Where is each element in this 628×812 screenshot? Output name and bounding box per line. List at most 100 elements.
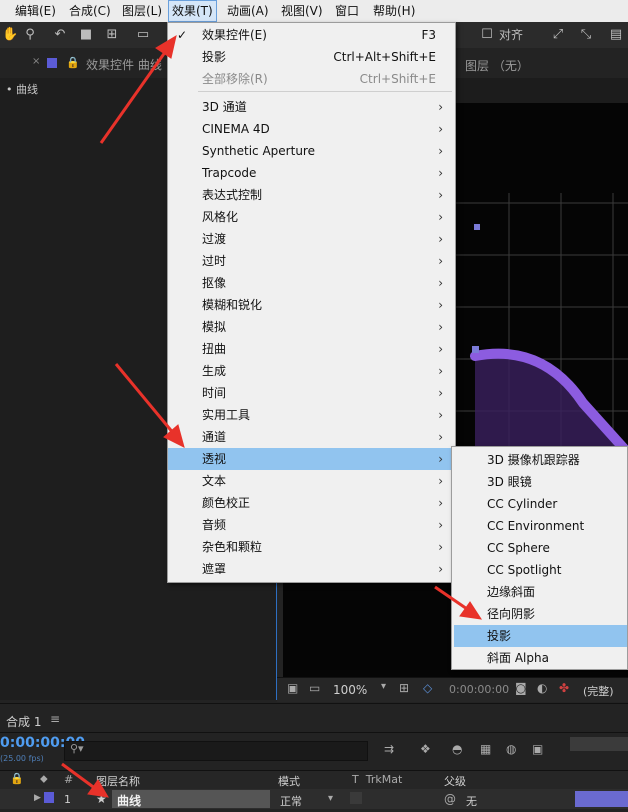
expand-icon[interactable]: ⤢ [550, 26, 566, 44]
effect-menu-item[interactable]: 通道 › [168, 426, 455, 448]
hand-tool-icon[interactable]: ✋ [2, 26, 18, 44]
effect-menu-item[interactable]: 生成 › [168, 360, 455, 382]
snap-icon[interactable]: ⤡ [578, 26, 594, 44]
rectangle-tool-icon[interactable]: ▭ [134, 26, 152, 44]
frame-blend-icon[interactable]: ▦ [480, 742, 491, 756]
effect-menu-item[interactable]: 投影 Ctrl+Alt+Shift+E [168, 46, 455, 68]
menu-window[interactable]: 窗口 [332, 0, 362, 22]
effect-menu-item[interactable]: 音频 › [168, 514, 455, 536]
timeline-comp-tab[interactable]: 合成 1 [6, 713, 41, 730]
effect-menu-item[interactable]: 过时 › [168, 250, 455, 272]
zoom-level[interactable]: 100% [333, 683, 367, 697]
comp-flowchart-icon[interactable]: ⇉ [384, 742, 394, 756]
parent-column[interactable]: 父级 [444, 773, 466, 789]
panel-menu-icon[interactable]: ≡ [50, 712, 60, 726]
effect-menu-item[interactable]: CINEMA 4D › [168, 118, 455, 140]
workspace-icon[interactable]: ▤ [608, 26, 624, 44]
effect-menu-item[interactable]: 杂色和颗粒 › [168, 536, 455, 558]
menu-layer[interactable]: 图层(L) [119, 0, 165, 22]
layer-viewer-tab[interactable]: 图层 （无） [465, 57, 529, 74]
perspective-submenu-item[interactable]: 3D 摄像机跟踪器 [454, 449, 627, 471]
menu-animation[interactable]: 动画(A) [224, 0, 272, 22]
trkmat-cell[interactable] [350, 792, 362, 804]
layer-row[interactable] [0, 789, 628, 809]
effect-menu-item[interactable]: 全部移除(R) Ctrl+Shift+E [168, 68, 455, 90]
perspective-submenu-item[interactable]: CC Spotlight [454, 559, 627, 581]
draft-3d-icon[interactable]: ❖ [420, 742, 431, 756]
perspective-submenu-item[interactable]: 径向阴影 [454, 603, 627, 625]
anchor-handle-top[interactable] [474, 224, 480, 230]
camera-icon[interactable]: ◙ [515, 681, 527, 695]
perspective-submenu-item[interactable]: CC Environment [454, 515, 627, 537]
effect-menu-item[interactable]: 3D 通道 › [168, 96, 455, 118]
effect-controls-tab[interactable]: 效果控件 曲线 [86, 56, 162, 73]
effect-menu-item[interactable]: 表达式控制 › [168, 184, 455, 206]
effect-menu-item[interactable]: 文本 › [168, 470, 455, 492]
resolution-dropdown[interactable]: (完整) [583, 683, 614, 699]
menu-edit[interactable]: 编辑(E) [12, 0, 59, 22]
pan-behind-tool-icon[interactable]: ⊞ [104, 26, 120, 44]
show-channel-icon[interactable]: ◐ [537, 681, 547, 695]
effect-menu-item-label: 音频 [202, 518, 227, 532]
pickwhip-icon[interactable]: @ [444, 792, 456, 806]
trkmat-column[interactable]: T TrkMat [352, 773, 402, 786]
lock-column-icon[interactable]: 🔒 [10, 772, 24, 785]
snapshot-icon[interactable]: ▣ [287, 681, 298, 695]
timeline-search-input[interactable] [64, 741, 368, 761]
menu-composition[interactable]: 合成(C) [66, 0, 114, 22]
layer-label-swatch[interactable] [44, 792, 54, 803]
mode-chevron-down-icon[interactable]: ▾ [328, 793, 333, 804]
menu-effect[interactable]: 效果(T) [168, 0, 217, 22]
label-column-icon[interactable]: ⬥ [40, 772, 48, 786]
lock-icon[interactable]: 🔒 [66, 56, 80, 69]
perspective-submenu-item-label: 径向阴影 [487, 607, 536, 621]
close-tab-icon[interactable]: × [32, 56, 40, 67]
menu-view[interactable]: 视图(V) [278, 0, 326, 22]
perspective-submenu-item[interactable]: 投影 [454, 625, 627, 647]
zoom-tool-icon[interactable]: ⚲ [22, 26, 38, 44]
perspective-submenu-item[interactable]: 斜面 Alpha [454, 647, 627, 669]
effect-menu-item[interactable]: 模拟 › [168, 316, 455, 338]
shy-icon[interactable]: ◓ [452, 742, 462, 756]
effect-menu-item[interactable]: Trapcode › [168, 162, 455, 184]
effect-menu-item[interactable]: 过渡 › [168, 228, 455, 250]
effect-menu-item[interactable]: 实用工具 › [168, 404, 455, 426]
effect-menu-item[interactable]: 颜色校正 › [168, 492, 455, 514]
effect-menu-item[interactable]: Synthetic Aperture › [168, 140, 455, 162]
effect-menu-item[interactable]: 时间 › [168, 382, 455, 404]
effect-menu-item[interactable]: ✓ 效果控件(E) F3 [168, 24, 455, 46]
layer-name[interactable]: 曲线 [117, 792, 141, 809]
menu-help[interactable]: 帮助(H) [370, 0, 418, 22]
fit-icon[interactable]: ⊞ [399, 681, 409, 695]
chevron-down-icon[interactable]: ▾ [381, 681, 386, 692]
region-icon[interactable]: ◇ [423, 681, 432, 695]
layer-mode-dropdown[interactable]: 正常 [280, 793, 302, 809]
layer-duration-bar[interactable] [575, 791, 628, 807]
rotate-tool-icon[interactable]: ↶ [52, 26, 68, 44]
color-channels-icon[interactable]: ✤ [559, 681, 569, 695]
perspective-submenu-item[interactable]: CC Sphere [454, 537, 627, 559]
effect-menu-item[interactable]: 遮罩 › [168, 558, 455, 580]
expand-layer-icon[interactable]: ▶ [34, 793, 41, 803]
effect-menu-item[interactable]: 扭曲 › [168, 338, 455, 360]
time-navigator[interactable] [570, 737, 628, 751]
chevron-right-icon: › [438, 100, 443, 114]
layer-name-column[interactable]: 图层名称 [96, 773, 140, 789]
mode-column[interactable]: 模式 [278, 773, 300, 789]
perspective-submenu-item[interactable]: 3D 眼镜 [454, 471, 627, 493]
anchor-handle-mid[interactable] [472, 346, 479, 353]
effect-menu-item[interactable]: 模糊和锐化 › [168, 294, 455, 316]
align-checkbox-icon[interactable]: ☐ [480, 26, 494, 44]
motion-blur-icon[interactable]: ◍ [506, 742, 516, 756]
perspective-submenu-item[interactable]: CC Cylinder [454, 493, 627, 515]
menu-fragment[interactable] [0, 0, 10, 22]
perspective-submenu-item[interactable]: 边缘斜面 [454, 581, 627, 603]
effect-menu-item[interactable]: 风格化 › [168, 206, 455, 228]
effect-menu-item[interactable]: 透视 › [168, 448, 455, 470]
viewer-timecode[interactable]: 0:00:00:00 [449, 683, 509, 696]
graph-editor-icon[interactable]: ▣ [532, 742, 543, 756]
monitor-icon[interactable]: ▭ [309, 681, 320, 695]
parent-dropdown[interactable]: 无 [466, 793, 477, 809]
effect-menu-item[interactable]: 抠像 › [168, 272, 455, 294]
camera-tool-icon[interactable]: ■ [78, 26, 94, 44]
